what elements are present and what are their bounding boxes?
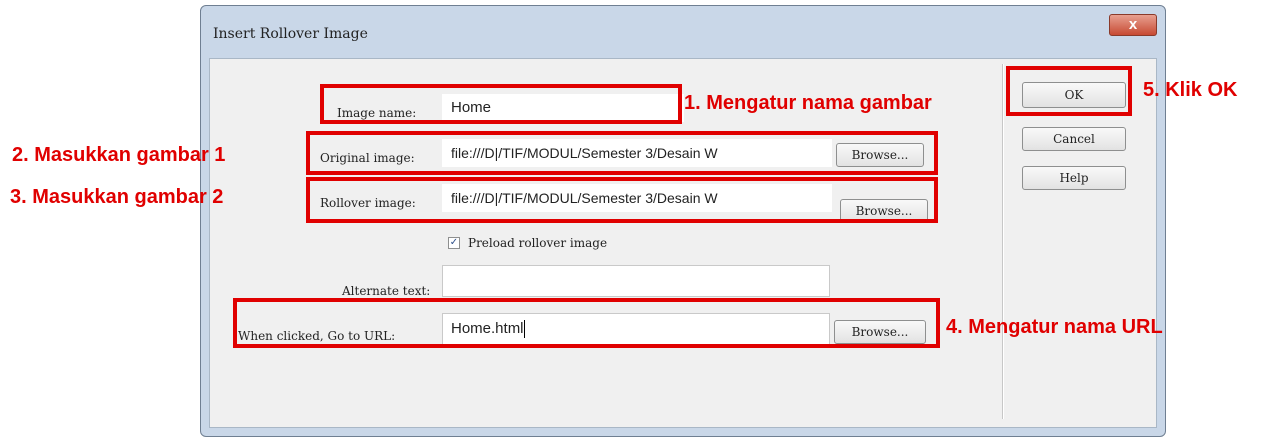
check-icon: ✓ (449, 237, 459, 248)
preload-label: Preload rollover image (468, 236, 608, 250)
preload-checkbox[interactable]: ✓ (448, 237, 460, 249)
close-button[interactable]: x (1109, 14, 1157, 36)
annotation-step-2: 2. Masukkan gambar 1 (12, 144, 226, 166)
annotation-step-5: 5. Klik OK (1143, 79, 1238, 101)
close-icon: x (1128, 16, 1138, 33)
alternate-text-input[interactable] (442, 265, 830, 297)
annotation-box-go-to-url (233, 298, 940, 348)
annotation-box-rollover-image (306, 177, 938, 223)
button-column-separator (1002, 64, 1004, 419)
alternate-text-label: Alternate text: (342, 284, 431, 298)
annotation-box-image-name (320, 84, 682, 124)
annotation-box-ok (1006, 66, 1132, 116)
cancel-button[interactable]: Cancel (1022, 127, 1126, 151)
annotation-box-original-image (306, 131, 938, 175)
annotation-step-3: 3. Masukkan gambar 2 (10, 186, 224, 208)
title-bar: Insert Rollover Image x (201, 6, 1165, 58)
dialog-title: Insert Rollover Image (213, 26, 368, 42)
annotation-step-4: 4. Mengatur nama URL (946, 316, 1163, 338)
annotation-step-1: 1. Mengatur nama gambar (684, 92, 932, 114)
help-button[interactable]: Help (1022, 166, 1126, 190)
